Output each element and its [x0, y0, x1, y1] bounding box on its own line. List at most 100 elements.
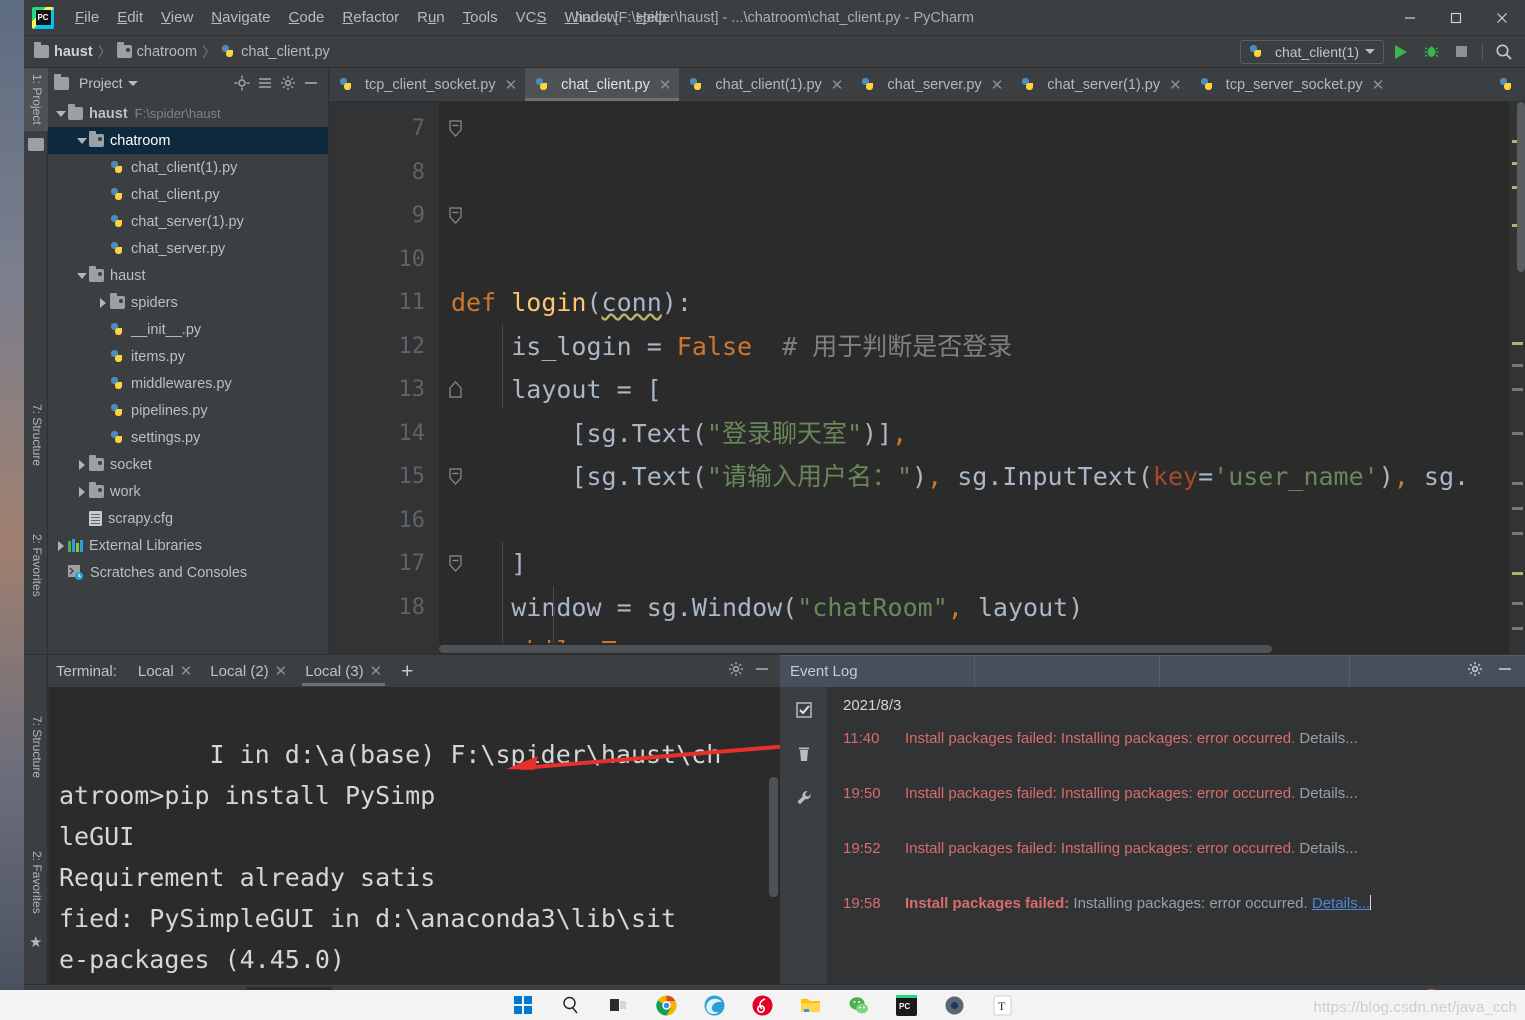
code-editor[interactable]: 7 8 9 10 11 12 13 14 15 16 17 18 def login(conn): i…	[329, 102, 1525, 654]
tree-node-items-py[interactable]: items.py	[48, 343, 328, 370]
menu-edit[interactable]: Edit	[108, 6, 152, 29]
tree-expander[interactable]	[75, 485, 89, 499]
terminal-output[interactable]: I in d:\a(base) F:\spider\haust\ch atroo…	[48, 687, 780, 984]
tree-node-scratches-and-consoles[interactable]: Scratches and Consoles	[48, 559, 328, 586]
menu-run[interactable]: Run	[408, 6, 454, 29]
terminal-tab-local[interactable]: Local ✕	[129, 656, 201, 686]
close-button[interactable]	[1479, 0, 1525, 36]
breadcrumb-item-1[interactable]: chatroom	[116, 42, 197, 60]
tree-node-settings-py[interactable]: settings.py	[48, 424, 328, 451]
tree-expander[interactable]	[75, 458, 89, 472]
tree-expander[interactable]	[75, 269, 89, 283]
close-tab-icon[interactable]: ✕	[1372, 76, 1385, 94]
project-view-chevron-icon[interactable]	[127, 80, 138, 86]
menu-view[interactable]: View	[152, 6, 202, 29]
close-terminal-tab-icon[interactable]: ✕	[275, 662, 288, 680]
settings-gear-icon[interactable]	[279, 74, 297, 92]
breadcrumb-item-2[interactable]: chat_client.py	[221, 44, 330, 60]
terminal-scrollbar[interactable]	[769, 777, 778, 897]
terminal-settings-gear-icon[interactable]	[728, 661, 744, 682]
menu-vcs[interactable]: VCS	[507, 6, 556, 29]
terminal-tab-local-3-[interactable]: Local (3) ✕	[296, 656, 391, 686]
tree-expander[interactable]	[54, 539, 68, 553]
windows-start-icon[interactable]	[512, 994, 534, 1016]
edge-icon[interactable]	[704, 994, 726, 1016]
wechat-icon[interactable]	[848, 994, 870, 1016]
settings-icon[interactable]	[944, 994, 966, 1016]
wrench-icon[interactable]	[793, 787, 815, 809]
menu-tools[interactable]: Tools	[454, 6, 507, 29]
editor-tab-chat-server-1-py[interactable]: chat_server(1).py ✕	[1011, 68, 1189, 101]
run-config-selector[interactable]: chat_client(1)	[1239, 39, 1384, 64]
tree-expander[interactable]	[54, 107, 68, 121]
task-view-icon[interactable]	[608, 994, 630, 1016]
event-log-entry[interactable]: 19:52 Install packages failed: Installing…	[835, 840, 1525, 895]
locate-file-icon[interactable]	[233, 74, 251, 92]
menu-code[interactable]: Code	[280, 6, 334, 29]
tree-node-pipelines-py[interactable]: pipelines.py	[48, 397, 328, 424]
hide-panel-icon[interactable]	[302, 74, 320, 92]
tree-node-work[interactable]: work	[48, 478, 328, 505]
event-log-settings-gear-icon[interactable]	[1467, 661, 1483, 682]
event-log-entry[interactable]: 19:50 Install packages failed: Installing…	[835, 785, 1525, 840]
tree-node-scrapy-cfg[interactable]: scrapy.cfg	[48, 505, 328, 532]
close-tab-icon[interactable]: ✕	[991, 76, 1004, 94]
event-log-hide-icon[interactable]	[1497, 661, 1513, 682]
tool-window-structure[interactable]: 7: Structure	[24, 398, 48, 472]
editor-tab-chat-server-py[interactable]: chat_server.py ✕	[851, 68, 1011, 101]
typora-icon[interactable]: T	[992, 994, 1014, 1016]
editor-tab-chat-client-py[interactable]: chat_client.py ✕	[525, 68, 680, 101]
tree-node-spiders[interactable]: spiders	[48, 289, 328, 316]
netease-music-icon[interactable]	[752, 994, 774, 1016]
tree-node-socket[interactable]: socket	[48, 451, 328, 478]
editor-tab-chat-client-1-py[interactable]: chat_client(1).py ✕	[679, 68, 851, 101]
breadcrumb-item-0[interactable]: haust	[34, 42, 93, 60]
editor-tab-tcp-client-socket-py[interactable]: tcp_client_socket.py ✕	[329, 68, 525, 101]
file-explorer-icon[interactable]	[800, 994, 822, 1016]
tree-expander[interactable]	[75, 134, 89, 148]
chrome-icon[interactable]	[656, 994, 678, 1016]
menu-file[interactable]: File	[66, 6, 108, 29]
editor-marker-bar[interactable]	[1509, 102, 1525, 654]
mark-all-read-icon[interactable]	[793, 699, 815, 721]
tree-node-chat-client-py[interactable]: chat_client.py	[48, 181, 328, 208]
editor-tab-tcp-server-socket-py[interactable]: tcp_server_socket.py ✕	[1190, 68, 1393, 101]
terminal-tab-local-2-[interactable]: Local (2) ✕	[201, 656, 296, 686]
tree-node-middlewares-py[interactable]: middlewares.py	[48, 370, 328, 397]
menu-navigate[interactable]: Navigate	[202, 6, 279, 29]
tool-window-project[interactable]: 1: Project	[24, 68, 48, 131]
tool-window-favorites[interactable]: 2: Favorites	[24, 528, 48, 603]
tree-node-chatroom[interactable]: chatroom	[48, 127, 328, 154]
tree-node-external-libraries[interactable]: External Libraries	[48, 532, 328, 559]
close-tab-icon[interactable]: ✕	[1169, 76, 1182, 94]
event-log-details-label[interactable]: Details...	[1299, 785, 1357, 802]
menu-refactor[interactable]: Refactor	[333, 6, 408, 29]
tree-node-haust[interactable]: haust F:\spider\haust	[48, 100, 328, 127]
event-log-entry[interactable]: 19:58 Install packages failed: Installing…	[835, 895, 1525, 950]
tree-node--init-py[interactable]: __init__.py	[48, 316, 328, 343]
close-tab-icon[interactable]: ✕	[505, 76, 518, 94]
tree-node-chat-client-1-py[interactable]: chat_client(1).py	[48, 154, 328, 181]
horizontal-scrollbar[interactable]	[439, 643, 1507, 654]
search-everywhere-icon[interactable]	[1491, 40, 1517, 64]
maximize-button[interactable]	[1433, 0, 1479, 36]
collapse-all-icon[interactable]	[256, 74, 274, 92]
close-tab-icon[interactable]: ✕	[659, 76, 672, 94]
menu-help[interactable]: Help	[627, 6, 676, 29]
code-content[interactable]: def login(conn): is_login = False # 用于判断…	[439, 102, 1509, 654]
close-terminal-tab-icon[interactable]: ✕	[180, 662, 193, 680]
event-log-details-link[interactable]: Details...	[1312, 895, 1370, 912]
minimize-button[interactable]	[1387, 0, 1433, 36]
close-terminal-tab-icon[interactable]: ✕	[370, 662, 383, 680]
stop-button[interactable]	[1448, 40, 1474, 64]
terminal-hide-icon[interactable]	[754, 661, 770, 682]
tool-window-structure-bottom[interactable]: 7: Structure	[24, 710, 48, 784]
vertical-scrollbar-thumb[interactable]	[1517, 102, 1525, 272]
tree-node-haust[interactable]: haust	[48, 262, 328, 289]
run-button[interactable]	[1388, 40, 1414, 64]
trash-icon[interactable]	[793, 743, 815, 765]
debug-button[interactable]	[1418, 40, 1444, 64]
tree-node-chat-server-1-py[interactable]: chat_server(1).py	[48, 208, 328, 235]
event-log-details-label[interactable]: Details...	[1299, 730, 1357, 747]
event-log-entry[interactable]: 11:40 Install packages failed: Installing…	[835, 730, 1525, 785]
